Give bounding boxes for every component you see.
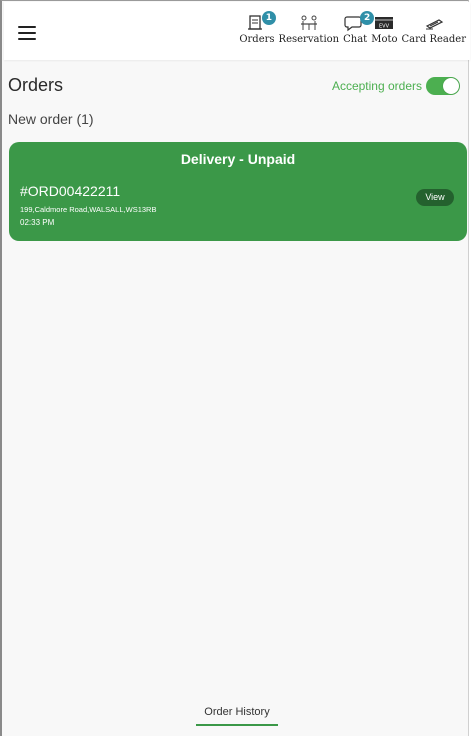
nav-label-orders: Orders — [239, 34, 275, 45]
nav-item-reservation[interactable]: Reservation — [278, 14, 340, 45]
orders-icon: 1 — [246, 11, 276, 32]
toggle-knob — [443, 78, 459, 94]
nav-label-card-reader: Card Reader — [401, 34, 466, 45]
chat-icon: 2 — [344, 11, 375, 32]
nav-label-chat: Chat — [343, 34, 368, 45]
new-order-heading: New order (1) — [8, 111, 94, 127]
accepting-orders-control: Accepting orders — [332, 77, 460, 95]
nav-label-reservation: Reservation — [278, 34, 340, 45]
card-reader-icon — [423, 14, 445, 32]
view-order-button[interactable]: View — [416, 189, 454, 206]
nav-item-chat[interactable]: 2 Chat — [343, 11, 375, 45]
top-bar: 1 Orders Reservation 2 Chat EVV Moto Car… — [4, 2, 470, 60]
accepting-orders-toggle[interactable] — [426, 77, 460, 95]
moto-card-icon: EVV — [373, 14, 395, 32]
app-frame: 1 Orders Reservation 2 Chat EVV Moto Car… — [0, 0, 470, 736]
reservation-icon — [298, 14, 320, 32]
order-history-tab[interactable]: Order History — [196, 706, 278, 726]
moto-card-text: EVV — [379, 24, 390, 30]
orders-badge: 1 — [261, 11, 276, 25]
order-card[interactable]: Delivery - Unpaid #ORD00422211 199,Caldm… — [9, 142, 467, 241]
order-id: #ORD00422211 — [20, 183, 121, 199]
nav-item-card-reader[interactable]: Card Reader — [402, 14, 466, 45]
top-nav: 1 Orders Reservation 2 Chat EVV Moto Car… — [239, 11, 466, 45]
page-title: Orders — [8, 75, 64, 95]
order-history-label: Order History — [204, 706, 270, 718]
nav-item-moto[interactable]: EVV Moto — [371, 14, 398, 45]
nav-item-orders[interactable]: 1 Orders — [239, 11, 276, 45]
nav-label-moto: Moto — [371, 34, 398, 45]
menu-hamburger-icon[interactable] — [18, 26, 36, 40]
order-type: Delivery - Unpaid — [180, 151, 296, 167]
order-time: 02:33 PM — [20, 218, 55, 227]
order-address: 199,Caldmore Road,WALSALL,WS13RB — [20, 205, 157, 214]
order-history-underline — [196, 724, 278, 726]
accepting-orders-label: Accepting orders — [331, 79, 422, 93]
